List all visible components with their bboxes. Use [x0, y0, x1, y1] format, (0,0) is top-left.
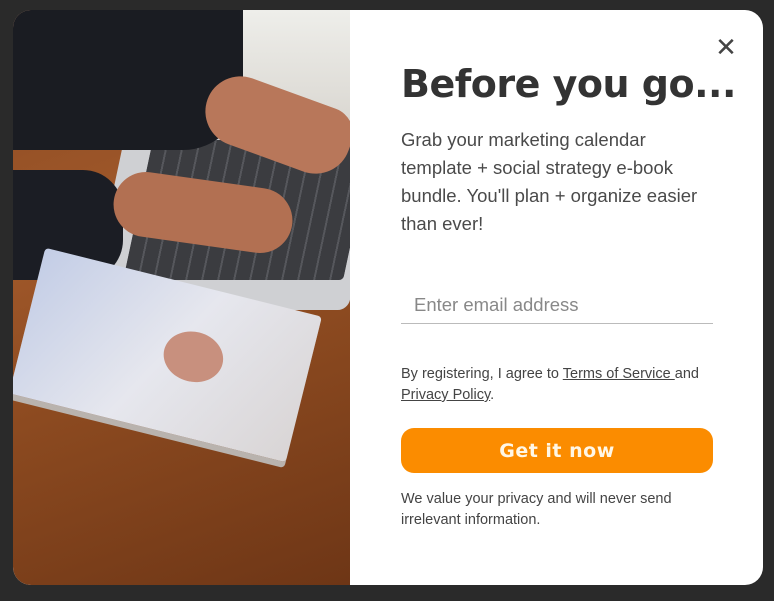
photo-sleeve [13, 10, 243, 150]
exit-intent-popup: ✕ Before you go... Grab your marketing c… [13, 10, 763, 585]
get-it-now-button[interactable]: Get it now [401, 428, 713, 473]
terms-suffix: . [490, 387, 495, 403]
popup-content: ✕ Before you go... Grab your marketing c… [350, 10, 763, 585]
terms-and: and [674, 366, 699, 382]
privacy-note: We value your privacy and will never sen… [401, 491, 672, 528]
email-input[interactable] [401, 286, 713, 324]
photo-book-cover-art [158, 325, 229, 389]
privacy-policy-link[interactable]: Privacy Policy [401, 387, 490, 403]
close-icon[interactable]: ✕ [714, 35, 738, 61]
terms-of-service-link[interactable]: Terms of Service [563, 366, 675, 382]
terms-text: By registering, I agree to Terms of Serv… [401, 364, 721, 406]
terms-prefix: By registering, I agree to [401, 366, 563, 382]
popup-description: Grab your marketing calendar template + … [401, 129, 698, 234]
popup-title: Before you go... [401, 62, 736, 106]
hero-photo-laptop-and-book [13, 10, 350, 585]
